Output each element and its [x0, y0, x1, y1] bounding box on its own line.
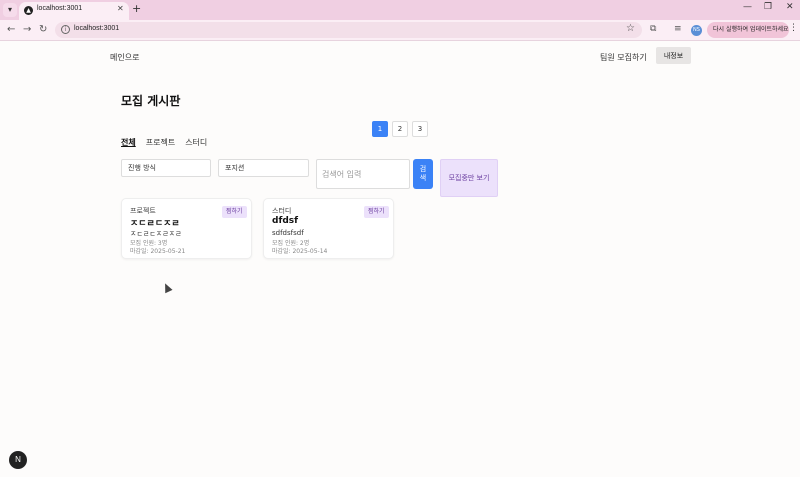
- more-menu-icon[interactable]: ⋮: [789, 23, 798, 33]
- forward-icon[interactable]: →: [23, 24, 31, 35]
- main-link[interactable]: 메인으로: [110, 52, 139, 63]
- recruit-link[interactable]: 팀원 모집하기: [600, 52, 647, 63]
- address-bar[interactable]: i localhost:3001 ☆: [55, 22, 642, 38]
- card-deadline: 마감일: 2025-05-14: [272, 248, 328, 255]
- search-input[interactable]: [316, 159, 410, 189]
- browser-tab[interactable]: ▲ localhost:3001 ✕: [19, 2, 129, 20]
- site-info-icon[interactable]: i: [61, 25, 70, 34]
- card-title: ㅈㄷㄹㄷㅈㄹ: [130, 219, 180, 229]
- tab-all[interactable]: 전체: [121, 137, 136, 149]
- open-only-button[interactable]: 모집중만 보기: [440, 159, 498, 197]
- page-button-3[interactable]: 3: [412, 121, 428, 137]
- pagination: 1 2 3: [372, 121, 428, 137]
- close-window-icon[interactable]: ✕: [786, 2, 794, 12]
- minimize-icon[interactable]: —: [743, 2, 752, 12]
- category-tabs: 전체 프로젝트 스터디: [121, 137, 207, 149]
- tab-title: localhost:3001: [37, 5, 83, 12]
- card-deadline: 마감일: 2025-05-21: [130, 248, 186, 255]
- extensions-icon[interactable]: ⧉: [650, 24, 656, 34]
- card-title: dfdsf: [272, 216, 299, 226]
- browser-toolbar: ← → ↻ i localhost:3001 ☆ ⧉ ≡ NS 다시 실행하여 …: [0, 20, 800, 41]
- media-icon[interactable]: ≡: [674, 24, 682, 34]
- tab-project[interactable]: 프로젝트: [146, 137, 175, 149]
- profile-avatar[interactable]: NS: [691, 25, 702, 36]
- zzim-button[interactable]: 찜하기: [364, 206, 389, 218]
- maximize-icon[interactable]: ❐: [764, 2, 772, 12]
- browser-tab-bar: ▾ ▲ localhost:3001 ✕ + — ❐ ✕: [0, 0, 800, 20]
- card-category: 프로젝트: [130, 207, 156, 215]
- post-card[interactable]: 스터디 찜하기 dfdsf sdfdsfsdf 모집 인원: 2명 마감일: 2…: [263, 198, 394, 259]
- mouse-cursor-icon: [161, 281, 173, 294]
- search-button[interactable]: 검색: [413, 159, 433, 189]
- reload-icon[interactable]: ↻: [39, 24, 47, 35]
- bookmark-star-icon[interactable]: ☆: [626, 23, 635, 34]
- mode-select[interactable]: 진행 방식: [121, 159, 211, 177]
- update-button[interactable]: 다시 실행하여 업데이트하세요: [707, 22, 789, 38]
- close-tab-icon[interactable]: ✕: [117, 4, 124, 13]
- page-title: 모집 게시판: [121, 94, 181, 108]
- tab-search-icon[interactable]: ▾: [3, 3, 17, 17]
- favicon-icon: ▲: [24, 6, 33, 15]
- zzim-button[interactable]: 찜하기: [222, 206, 247, 218]
- card-category: 스터디: [272, 207, 292, 215]
- myinfo-button[interactable]: 내정보: [656, 47, 691, 64]
- position-select[interactable]: 포지션: [218, 159, 309, 177]
- post-card[interactable]: 프로젝트 찜하기 ㅈㄷㄹㄷㅈㄹ ㅈㄷㄹㄷㅈㄹㅈㄹ 모집 인원: 3명 마감일: …: [121, 198, 252, 259]
- back-icon[interactable]: ←: [7, 24, 15, 35]
- page-button-2[interactable]: 2: [392, 121, 408, 137]
- tab-study[interactable]: 스터디: [185, 137, 207, 149]
- new-tab-icon[interactable]: +: [132, 2, 141, 15]
- nextjs-dev-badge[interactable]: N: [9, 451, 27, 469]
- card-desc: sdfdsfsdf: [272, 229, 304, 237]
- page-button-1[interactable]: 1: [372, 121, 388, 137]
- address-url: localhost:3001: [74, 25, 120, 32]
